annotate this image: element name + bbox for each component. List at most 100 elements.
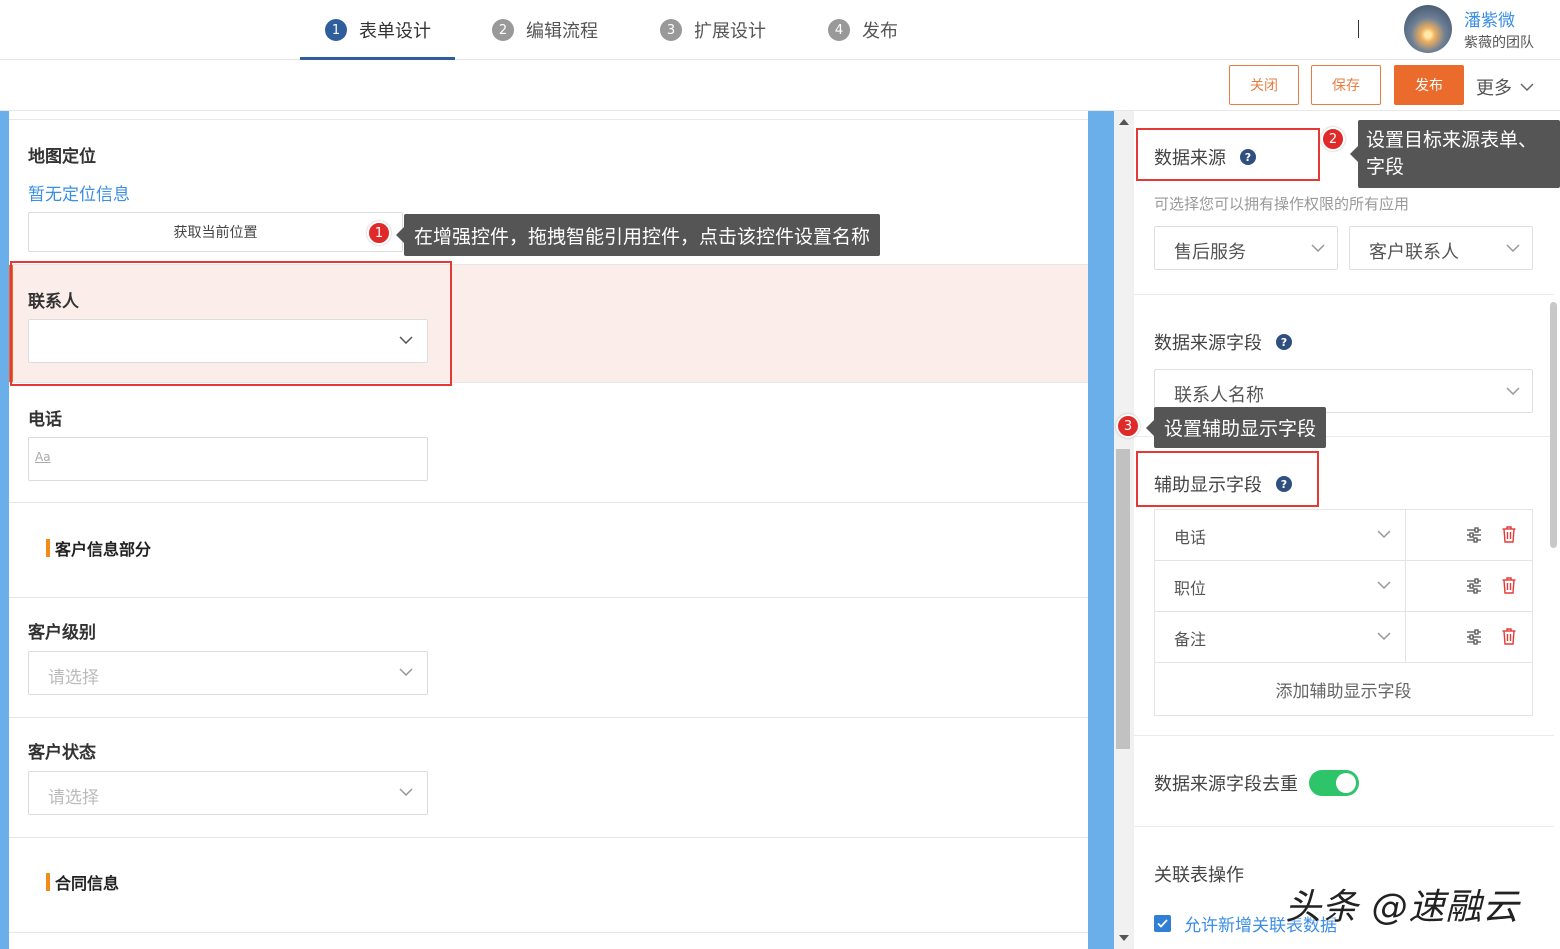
close-button[interactable]: 关闭 bbox=[1229, 65, 1299, 105]
text-type-icon: Aa bbox=[35, 450, 51, 464]
scroll-thumb[interactable] bbox=[1116, 449, 1130, 749]
annotation-badge-1: 1 bbox=[367, 221, 391, 245]
selected-value: 客户联系人 bbox=[1369, 242, 1459, 263]
source-field-label: 数据来源字段 ? bbox=[1154, 329, 1292, 355]
aux-fields-table: 电话 职位 备注 添加辅助显示字段 bbox=[1154, 509, 1533, 716]
section-bar bbox=[46, 873, 50, 891]
sliders-icon[interactable] bbox=[1466, 629, 1482, 645]
annotation-highlight-2 bbox=[1136, 128, 1320, 181]
question-circle-icon[interactable]: ? bbox=[1276, 334, 1292, 350]
aux-field-name[interactable]: 备注 bbox=[1174, 626, 1206, 650]
panel-scrollbar[interactable] bbox=[1550, 302, 1557, 548]
step-edit-flow[interactable]: 2 编辑流程 bbox=[492, 0, 598, 60]
annotation-text-3: 设置辅助显示字段 bbox=[1164, 418, 1317, 440]
data-source-hint: 可选择您可以拥有操作权限的所有应用 bbox=[1154, 195, 1410, 213]
sliders-icon[interactable] bbox=[1466, 527, 1482, 543]
step-extend-design[interactable]: 3 扩展设计 bbox=[660, 0, 766, 60]
divider bbox=[1134, 826, 1554, 827]
aux-field-row[interactable]: 备注 bbox=[1155, 612, 1532, 663]
allow-add-checkbox[interactable] bbox=[1154, 915, 1171, 932]
annotation-highlight-3 bbox=[1136, 451, 1319, 507]
chevron-down-icon bbox=[1311, 244, 1325, 252]
customer-level-field[interactable]: 客户级别 请选择 bbox=[9, 598, 1088, 718]
source-form-select[interactable]: 客户联系人 bbox=[1349, 226, 1533, 270]
action-bar: 关闭 保存 发布 更多 bbox=[0, 61, 1560, 111]
annotation-text-2a: 设置目标来源表单、 bbox=[1366, 129, 1538, 151]
annotation-tooltip-1: 在增强控件，拖拽智能引用控件，点击该控件设置名称 bbox=[396, 214, 881, 256]
aux-field-row[interactable]: 电话 bbox=[1155, 510, 1532, 561]
annotation-highlight-1 bbox=[10, 261, 452, 386]
more-label: 更多 bbox=[1476, 78, 1512, 99]
step-number: 3 bbox=[660, 19, 682, 41]
section-title-text: 客户信息部分 bbox=[55, 540, 152, 559]
chevron-down-icon[interactable] bbox=[1377, 632, 1391, 640]
relation-label: 关联表操作 bbox=[1154, 865, 1244, 886]
divider bbox=[1134, 294, 1554, 295]
step-label: 表单设计 bbox=[359, 21, 431, 42]
chevron-down-icon bbox=[1520, 83, 1534, 91]
avatar[interactable] bbox=[1404, 5, 1452, 53]
contract-section[interactable]: 合同信息 bbox=[9, 838, 1088, 933]
trash-icon[interactable] bbox=[1502, 526, 1516, 543]
team-name: 紫薇的团队 bbox=[1464, 35, 1534, 51]
scroll-up-arrow-icon[interactable] bbox=[1119, 119, 1129, 125]
trash-icon[interactable] bbox=[1502, 577, 1516, 594]
step-label: 扩展设计 bbox=[694, 21, 766, 42]
watermark: 头条 @速融云 bbox=[1285, 887, 1520, 928]
dedup-label: 数据来源字段去重 bbox=[1154, 774, 1298, 795]
top-steps-bar: 1 表单设计 2 编辑流程 3 扩展设计 4 发布 潘紫微 紫薇的团队 bbox=[0, 0, 1560, 60]
step-number: 2 bbox=[492, 19, 514, 41]
annotation-badge-2: 2 bbox=[1321, 127, 1345, 151]
section-title: 合同信息 bbox=[46, 870, 119, 894]
aux-field-row[interactable]: 职位 bbox=[1155, 561, 1532, 612]
select-placeholder: 请选择 bbox=[48, 668, 99, 688]
annotation-tooltip-2: 设置目标来源表单、 字段 bbox=[1350, 120, 1560, 188]
aux-field-name[interactable]: 电话 bbox=[1174, 524, 1206, 548]
customer-status-select[interactable]: 请选择 bbox=[28, 771, 428, 815]
section-title: 客户信息部分 bbox=[46, 536, 151, 560]
selected-value: 售后服务 bbox=[1174, 242, 1246, 263]
phone-field[interactable]: 电话 Aa bbox=[9, 383, 1088, 503]
save-button[interactable]: 保存 bbox=[1311, 65, 1381, 105]
phone-input[interactable]: Aa bbox=[28, 437, 428, 481]
get-location-button[interactable]: 获取当前位置 bbox=[28, 212, 403, 252]
field-label: 电话 bbox=[28, 410, 62, 430]
chevron-down-icon bbox=[399, 788, 413, 796]
section-title-text: 合同信息 bbox=[55, 874, 120, 893]
more-menu[interactable]: 更多 bbox=[1476, 74, 1534, 100]
sliders-icon[interactable] bbox=[1466, 578, 1482, 594]
publish-button[interactable]: 发布 bbox=[1394, 65, 1464, 105]
customer-status-field[interactable]: 客户状态 请选择 bbox=[9, 718, 1088, 838]
field-label: 客户状态 bbox=[28, 743, 96, 763]
section-bar bbox=[46, 539, 50, 557]
add-aux-field-button[interactable]: 添加辅助显示字段 bbox=[1155, 663, 1532, 715]
trash-icon[interactable] bbox=[1502, 628, 1516, 645]
step-number: 4 bbox=[828, 19, 850, 41]
chevron-down-icon[interactable] bbox=[1377, 581, 1391, 589]
annotation-badge-3: 3 bbox=[1116, 414, 1140, 438]
user-name[interactable]: 潘紫微 bbox=[1464, 6, 1515, 31]
chevron-down-icon bbox=[1506, 244, 1520, 252]
active-step-indicator bbox=[300, 57, 455, 60]
canvas-right-border bbox=[1088, 111, 1114, 949]
annotation-text-1: 在增强控件，拖拽智能引用控件，点击该控件设置名称 bbox=[414, 225, 871, 248]
annotation-tooltip-3: 设置辅助显示字段 bbox=[1146, 407, 1327, 448]
chevron-down-icon bbox=[399, 668, 413, 676]
select-placeholder: 请选择 bbox=[48, 788, 99, 808]
canvas-left-border bbox=[0, 111, 9, 949]
step-number: 1 bbox=[325, 19, 347, 41]
aux-field-name[interactable]: 职位 bbox=[1174, 575, 1206, 599]
field-label: 地图定位 bbox=[28, 147, 96, 167]
location-status: 暂无定位信息 bbox=[28, 185, 130, 205]
property-panel: 数据来源 ? 可选择您可以拥有操作权限的所有应用 售后服务 客户联系人 数据来源… bbox=[1134, 111, 1560, 949]
canvas-scrollbar[interactable] bbox=[1114, 111, 1134, 949]
step-publish[interactable]: 4 发布 bbox=[828, 0, 898, 60]
source-app-select[interactable]: 售后服务 bbox=[1154, 226, 1338, 270]
customer-level-select[interactable]: 请选择 bbox=[28, 651, 428, 695]
step-form-design[interactable]: 1 表单设计 bbox=[325, 0, 431, 60]
dedup-toggle[interactable] bbox=[1309, 770, 1359, 796]
customer-section[interactable]: 客户信息部分 bbox=[9, 503, 1088, 598]
chevron-down-icon bbox=[1506, 387, 1520, 395]
scroll-down-arrow-icon[interactable] bbox=[1119, 935, 1129, 941]
chevron-down-icon[interactable] bbox=[1377, 530, 1391, 538]
